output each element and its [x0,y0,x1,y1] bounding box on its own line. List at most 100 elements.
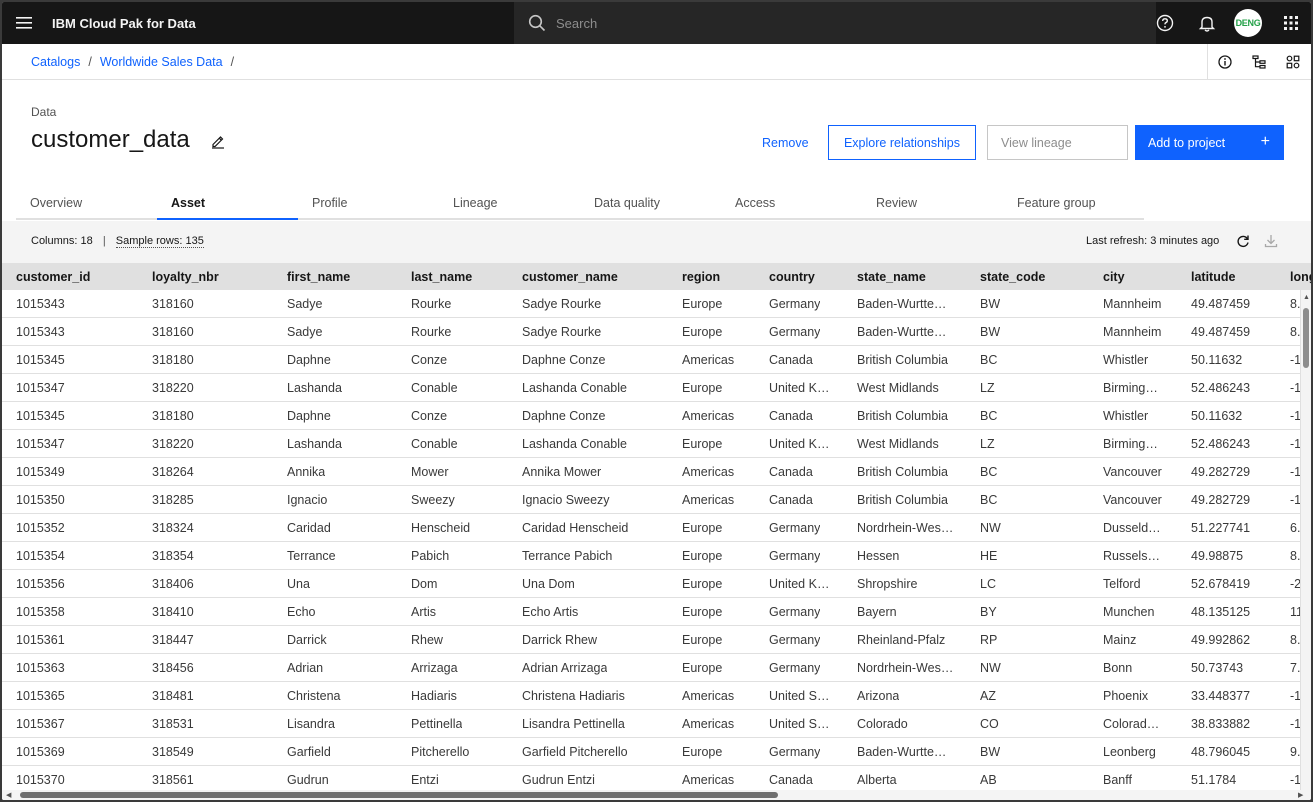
table-row[interactable]: 1015347 318220 Lashanda Conable Lashanda Con… [2,374,1300,402]
tab-overview[interactable]: Overview [16,190,157,220]
breadcrumb-item-catalogs[interactable]: Catalogs [31,55,80,69]
remove-button[interactable]: Remove [750,125,821,161]
tab-asset[interactable]: Asset [157,190,298,220]
table-row[interactable]: 1015369 318549 Garfield Pitcherello Garfield… [2,738,1300,766]
table-row[interactable]: 1015352 318324 Caridad Henscheid Caridad Hen… [2,514,1300,542]
breadcrumb-separator: / [230,55,235,69]
cell-state-code: BW [980,745,1001,759]
app-title[interactable]: IBM Cloud Pak for Data [52,16,516,31]
add-to-project-button[interactable]: Add to project + [1135,125,1284,160]
table-row[interactable]: 1015343 318160 Sadye Rourke Sadye Rourke Euro… [2,290,1300,318]
column-header-latitude[interactable]: latitude [1191,270,1235,284]
cell-customer-name: Darrick Rhew [522,633,598,647]
table-row[interactable]: 1015363 318456 Adrian Arrizaga Adrian Arriza… [2,654,1300,682]
cell-city: Munchen [1103,605,1155,619]
search-bar[interactable] [514,2,1156,44]
cell-customer-name: Lashanda Conable [522,437,627,451]
table-row[interactable]: 1015370 318561 Gudrun Entzi Gudrun Entzi Amer… [2,766,1300,790]
notification-icon[interactable] [1186,2,1228,44]
columns-label: Columns: [31,235,78,247]
column-header-first-name[interactable]: first_name [287,270,350,284]
tab-access[interactable]: Access [721,190,862,220]
column-header-region[interactable]: region [682,270,720,284]
cell-latitude: 52.486243 [1191,381,1251,395]
top-header: IBM Cloud Pak for Data DENG [2,2,1311,44]
table-row[interactable]: 1015365 318481 Christena Hadiaris Christena … [2,682,1300,710]
column-header-loyalty-nbr[interactable]: loyalty_nbr [152,270,219,284]
table-row[interactable]: 1015356 318406 Una Dom Una Dom Europe United K… [2,570,1300,598]
cell-first-name: Ignacio [287,493,328,507]
cell-state-code: BC [980,493,998,507]
cell-customer-name: Daphne Conze [522,409,606,423]
column-header-customer-id[interactable]: customer_id [16,270,90,284]
help-icon[interactable] [1144,2,1186,44]
cell-state-name: West Midlands [857,437,939,451]
horizontal-scrollbar[interactable]: ◀ ▶ [2,790,1311,800]
table-row[interactable]: 1015345 318180 Daphne Conze Daphne Conze Amer… [2,402,1300,430]
cell-first-name: Daphne [287,353,331,367]
tab-profile[interactable]: Profile [298,190,439,220]
cell-region: Europe [682,549,723,563]
search-input[interactable] [556,15,1116,31]
edit-icon[interactable] [210,133,226,149]
column-header-state-name[interactable]: state_name [857,270,926,284]
view-lineage-button[interactable]: View lineage [987,125,1128,160]
hamburger-menu-icon[interactable] [2,2,46,44]
tab-feature-group[interactable]: Feature group [1003,190,1144,220]
cell-loyalty-nbr: 318549 [152,745,194,759]
scroll-up-icon[interactable]: ▲ [1303,294,1310,301]
table-row[interactable]: 1015345 318180 Daphne Conze Daphne Conze Amer… [2,346,1300,374]
cell-city: Vancouver [1103,493,1162,507]
cell-loyalty-nbr: 318285 [152,493,194,507]
horizontal-scroll-thumb[interactable] [20,792,778,798]
app-switcher-icon[interactable] [1270,2,1311,44]
cell-customer-name: Gudrun Entzi [522,773,595,787]
table-row[interactable]: 1015349 318264 Annika Mower Annika Mower Amer… [2,458,1300,486]
cell-last-name: Mower [411,465,449,479]
avatar[interactable]: DENG [1234,9,1262,37]
table-row[interactable]: 1015343 318160 Sadye Rourke Sadye Rourke Euro… [2,318,1300,346]
tab-data-quality[interactable]: Data quality [580,190,721,220]
data-settings-icon[interactable] [1276,44,1310,80]
table-row[interactable]: 1015347 318220 Lashanda Conable Lashanda Con… [2,430,1300,458]
download-icon[interactable] [1263,233,1279,249]
cell-latitude: 50.11632 [1191,409,1243,423]
table-row[interactable]: 1015350 318285 Ignacio Sweezy Ignacio Sweezy… [2,486,1300,514]
column-header-state-code[interactable]: state_code [980,270,1045,284]
table-row[interactable]: 1015358 318410 Echo Artis Echo Artis Europe Ge… [2,598,1300,626]
cell-loyalty-nbr: 318264 [152,465,194,479]
tree-view-icon[interactable] [1242,44,1276,80]
cell-first-name: Christena [287,689,341,703]
table-row[interactable]: 1015367 318531 Lisandra Pettinella Lisandra … [2,710,1300,738]
scroll-right-icon[interactable]: ▶ [1298,791,1303,799]
vertical-scrollbar[interactable]: ▲ [1300,290,1311,790]
sample-rows[interactable]: Sample rows: 135 [115,235,204,248]
breadcrumb-item-catalog[interactable]: Worldwide Sales Data [100,55,223,69]
refresh-icon[interactable] [1235,233,1251,249]
cell-loyalty-nbr: 318160 [152,325,194,339]
cell-customer-id: 1015343 [16,325,65,339]
cell-loyalty-nbr: 318160 [152,297,194,311]
cell-last-name: Pitcherello [411,745,470,759]
column-header-city[interactable]: city [1103,270,1125,284]
app-window: IBM Cloud Pak for Data DENG Catalogs / W… [2,2,1311,800]
cell-first-name: Terrance [287,549,336,563]
tab-lineage[interactable]: Lineage [439,190,580,220]
tab-list: Overview Asset Profile Lineage Data qual… [16,190,1144,220]
cell-first-name: Caridad [287,521,331,535]
info-icon[interactable] [1207,44,1241,80]
tab-review[interactable]: Review [862,190,1003,220]
cell-longitude: -1 [1290,381,1300,395]
column-header-country[interactable]: country [769,270,815,284]
column-header-customer-name[interactable]: customer_name [522,270,618,284]
table-row[interactable]: 1015361 318447 Darrick Rhew Darrick Rhew Euro… [2,626,1300,654]
column-header-last-name[interactable]: last_name [411,270,472,284]
table-body: 1015343 318160 Sadye Rourke Sadye Rourke Euro… [2,290,1300,790]
column-header-longitude[interactable]: long [1290,270,1311,284]
vertical-scroll-thumb[interactable] [1303,308,1309,368]
cell-loyalty-nbr: 318324 [152,521,194,535]
scroll-left-icon[interactable]: ◀ [6,791,11,799]
explore-relationships-button[interactable]: Explore relationships [828,125,976,160]
cell-state-name: British Columbia [857,409,949,423]
table-row[interactable]: 1015354 318354 Terrance Pabich Terrance Pabi… [2,542,1300,570]
